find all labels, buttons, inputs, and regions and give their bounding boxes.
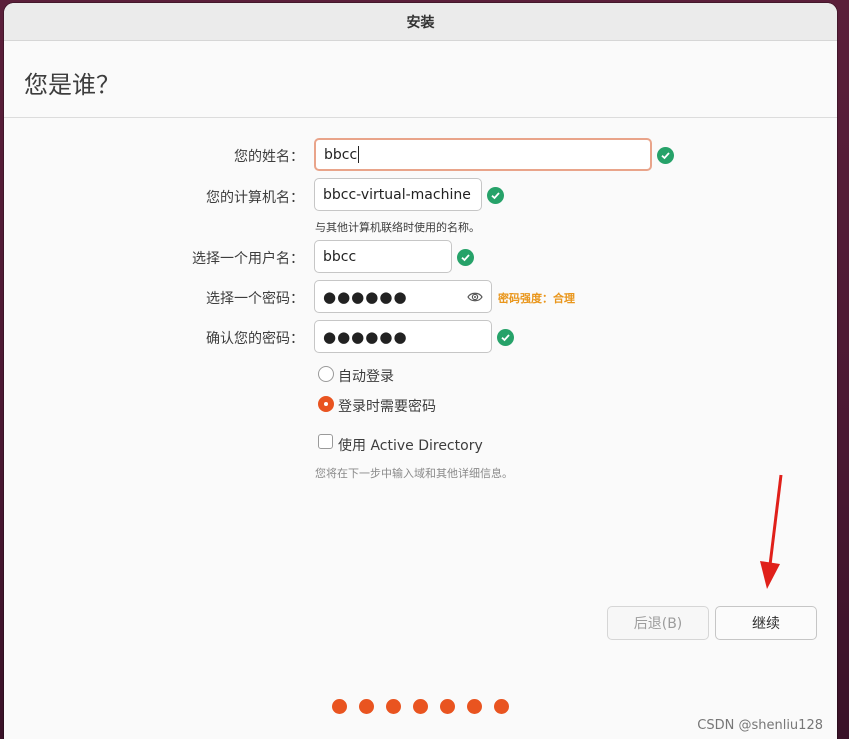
back-button[interactable]: 后退(B) bbox=[607, 606, 709, 640]
installer-window: 安装 您是谁？ 您的姓名： bbcc 您的计算机名： bbcc-virtual-… bbox=[4, 3, 837, 739]
auto-login-label[interactable]: 自动登录 bbox=[338, 366, 394, 386]
active-directory-checkbox[interactable] bbox=[318, 434, 333, 449]
name-field[interactable]: bbcc bbox=[314, 138, 652, 171]
annotation-arrow bbox=[760, 474, 783, 589]
divider bbox=[4, 117, 837, 118]
username-label: 选择一个用户名： bbox=[192, 251, 304, 267]
name-label: 您的姓名： bbox=[234, 149, 304, 165]
check-circle-icon bbox=[497, 329, 514, 346]
step-dot bbox=[467, 699, 482, 714]
page-title: 您是谁？ bbox=[24, 71, 120, 99]
step-dot bbox=[332, 699, 347, 714]
step-dot bbox=[494, 699, 509, 714]
active-directory-label[interactable]: 使用 Active Directory bbox=[338, 435, 483, 455]
computer-name-label: 您的计算机名： bbox=[206, 190, 304, 206]
confirm-password-field[interactable]: ●●●●●● bbox=[314, 320, 492, 353]
computer-name-value: bbcc-virtual-machine bbox=[323, 186, 471, 203]
window-title: 安装 bbox=[406, 14, 435, 31]
password-field[interactable]: ●●●●●● bbox=[314, 280, 492, 313]
check-circle-icon bbox=[487, 187, 504, 204]
auto-login-radio[interactable] bbox=[318, 366, 334, 382]
password-label: 选择一个密码： bbox=[206, 291, 304, 307]
name-value: bbcc bbox=[324, 146, 358, 163]
step-dot bbox=[413, 699, 428, 714]
confirm-password-label: 确认您的密码： bbox=[206, 331, 304, 347]
password-strength: 密码强度：合理 bbox=[498, 292, 575, 305]
computer-name-hint: 与其他计算机联络时使用的名称。 bbox=[315, 221, 480, 234]
title-bar: 安装 bbox=[4, 3, 837, 41]
username-field[interactable]: bbcc bbox=[314, 240, 452, 273]
text-caret bbox=[358, 146, 360, 163]
step-dot bbox=[386, 699, 401, 714]
confirm-password-value: ●●●●●● bbox=[323, 327, 408, 346]
active-directory-note: 您将在下一步中输入域和其他详细信息。 bbox=[315, 467, 513, 480]
require-password-radio[interactable] bbox=[318, 396, 334, 412]
continue-button[interactable]: 继续 bbox=[715, 606, 817, 640]
check-circle-icon bbox=[457, 249, 474, 266]
password-value: ●●●●●● bbox=[323, 287, 408, 306]
step-dot bbox=[359, 699, 374, 714]
step-dot bbox=[440, 699, 455, 714]
require-password-label[interactable]: 登录时需要密码 bbox=[338, 396, 436, 416]
username-value: bbcc bbox=[323, 248, 357, 265]
check-circle-icon bbox=[657, 147, 674, 164]
step-indicator bbox=[332, 699, 509, 714]
eye-icon[interactable] bbox=[467, 289, 483, 305]
watermark: CSDN @shenliu128 bbox=[697, 718, 823, 733]
computer-name-field[interactable]: bbcc-virtual-machine bbox=[314, 178, 482, 211]
